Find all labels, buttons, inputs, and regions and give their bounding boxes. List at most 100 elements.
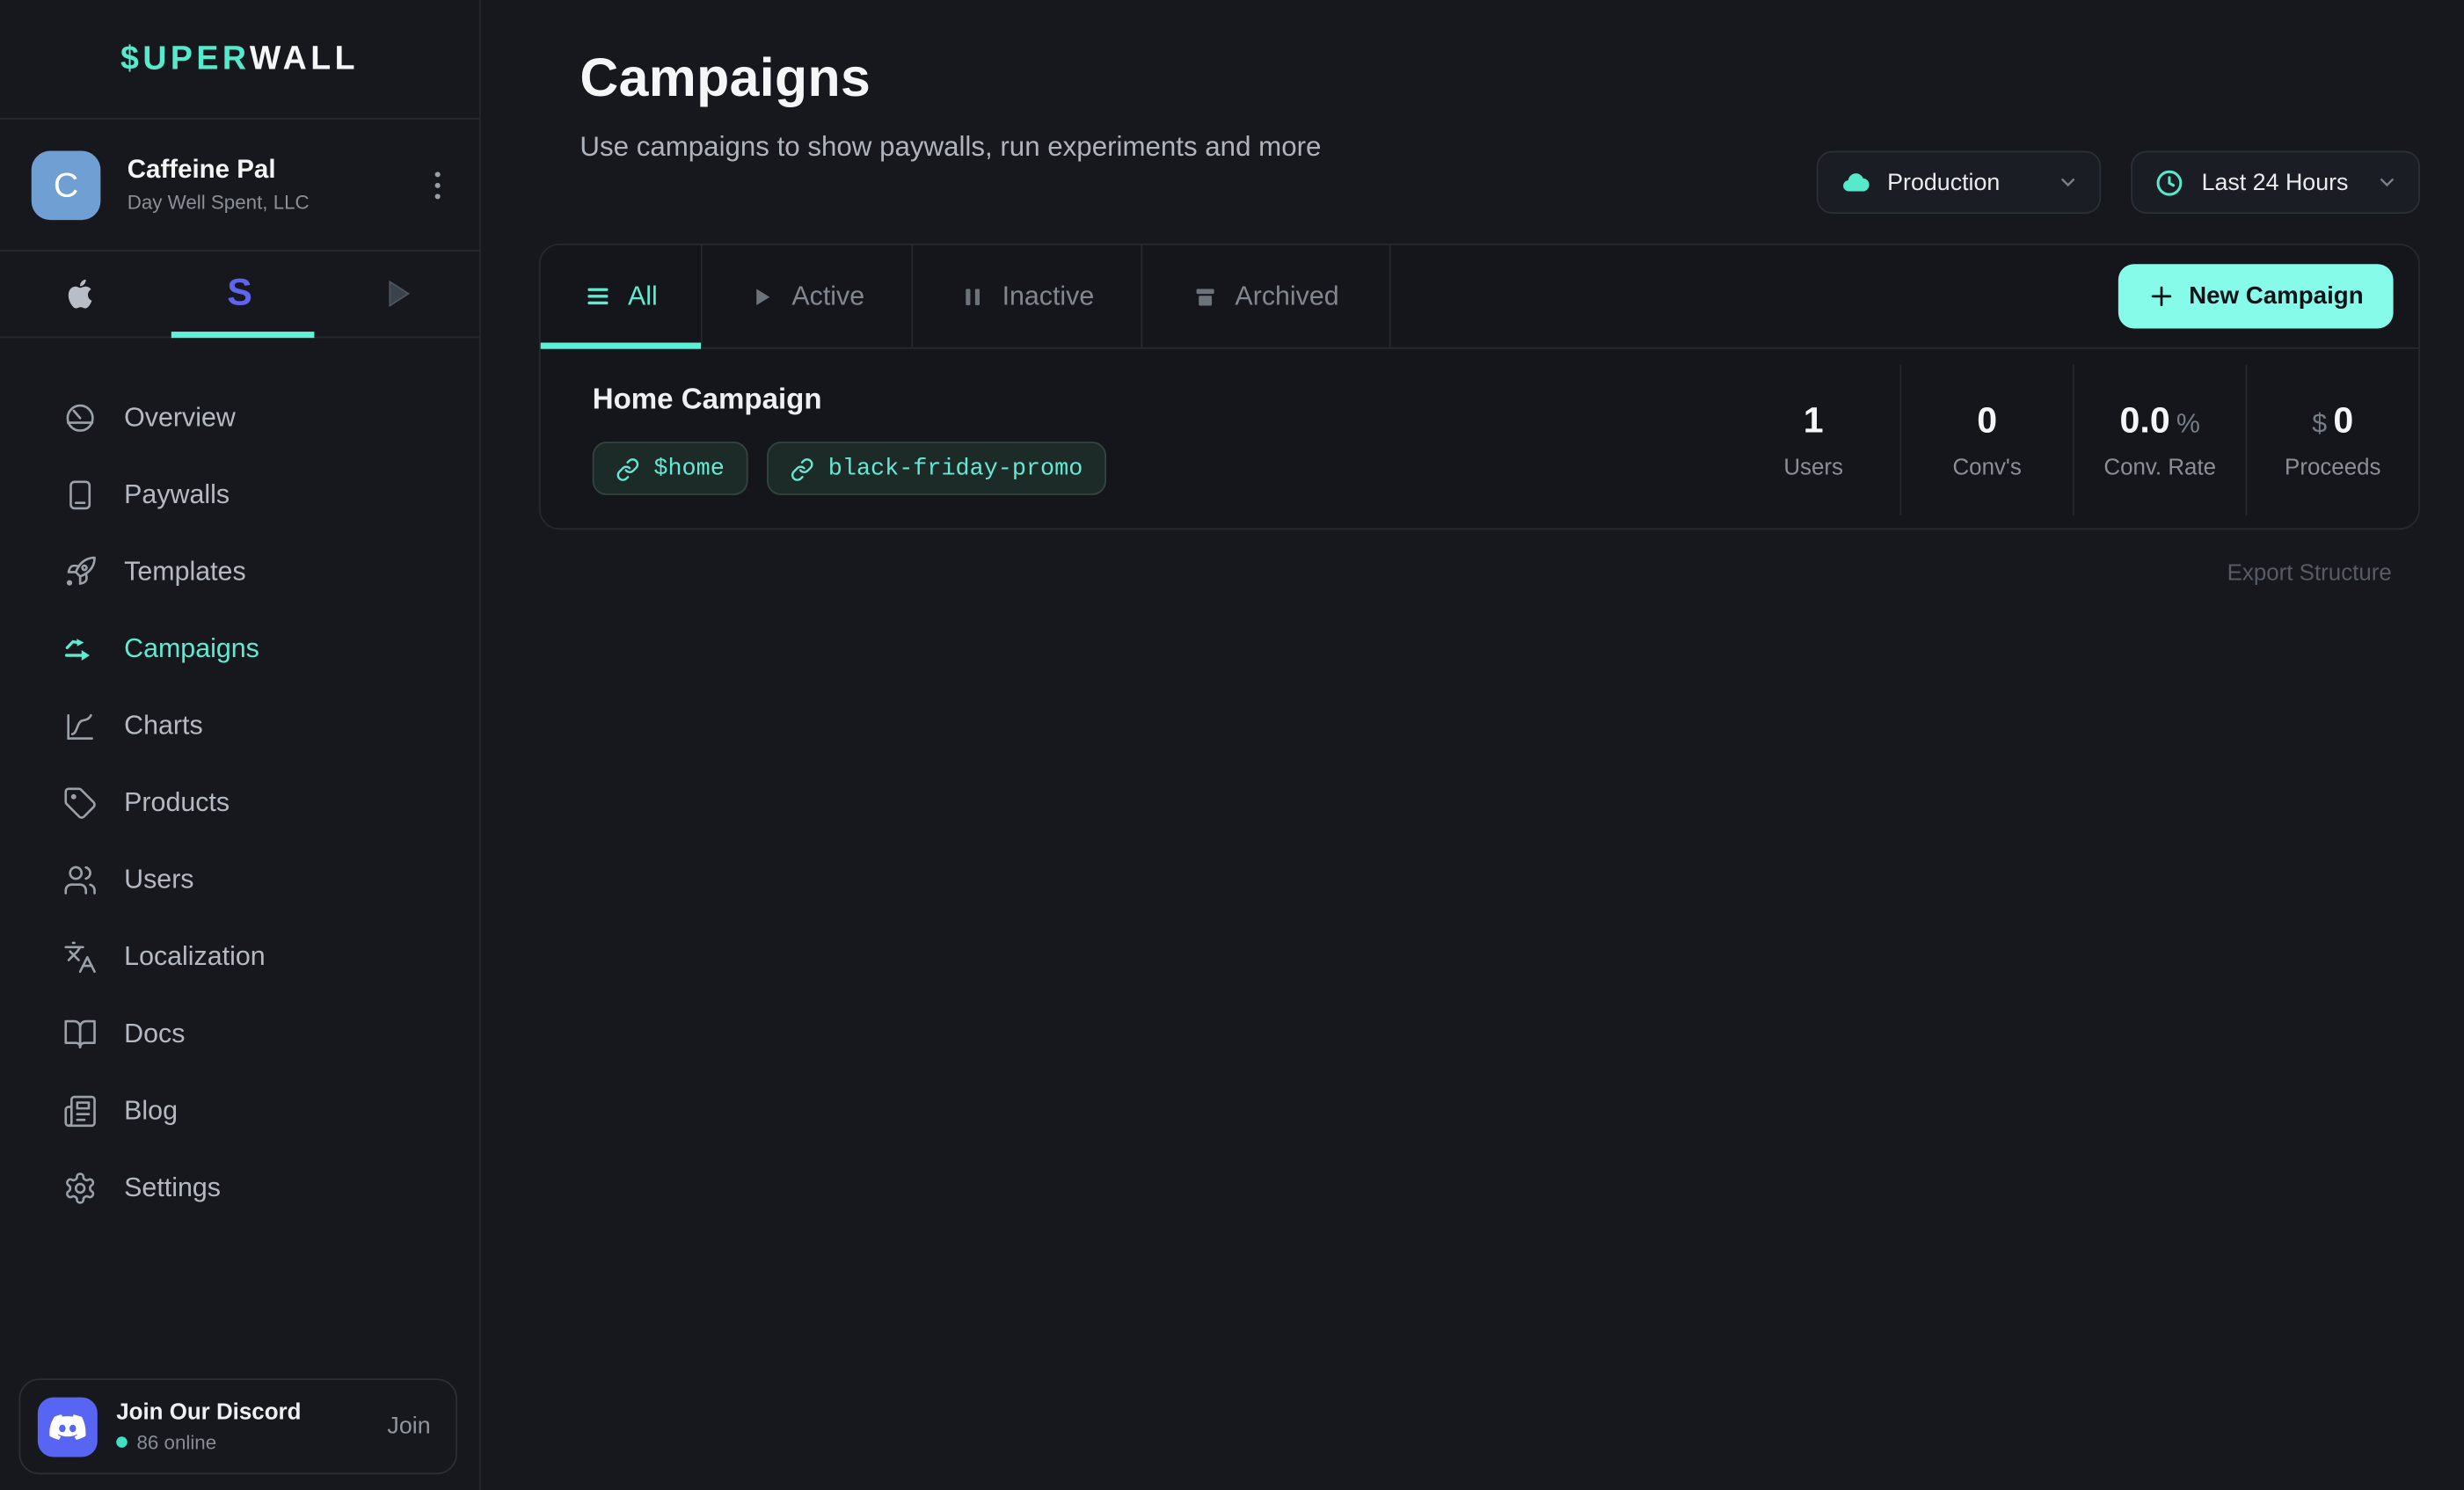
apple-icon [62, 277, 97, 311]
languages-icon [62, 939, 97, 974]
stat-number: 0 [2333, 399, 2353, 442]
page-title: Campaigns [580, 48, 2464, 110]
sidebar-item-blog[interactable]: Blog [0, 1072, 479, 1150]
campaign-info: Home Campaign $home [593, 349, 1106, 531]
placement-tags: $home black-friday-promo [593, 442, 1106, 495]
sidebar-item-label: Blog [124, 1095, 178, 1127]
avatar: C [32, 150, 101, 220]
time-range-value: Last 24 Hours [2202, 169, 2349, 195]
plus-icon [2148, 283, 2175, 310]
tab-label: All [628, 281, 658, 312]
discord-card[interactable]: Join Our Discord 86 online Join [18, 1378, 457, 1474]
sidebar-item-label: Users [124, 864, 193, 895]
discord-title: Join Our Discord [116, 1399, 301, 1425]
sidebar-item-settings[interactable]: Settings [0, 1149, 479, 1226]
rocket-icon [62, 554, 97, 588]
stat-users: 1 Users [1727, 365, 1900, 516]
gauge-icon [62, 400, 97, 435]
tab-archived[interactable]: Archived [1142, 245, 1390, 347]
main-content: Campaigns Use campaigns to show paywalls… [481, 0, 2464, 1490]
stat-value: $ 0 [2312, 399, 2353, 442]
superwall-logo[interactable]: $UPERWALL [120, 40, 359, 78]
chevron-down-icon [2376, 172, 2398, 194]
platform-tab-superwall[interactable]: S [160, 252, 320, 336]
online-count: 86 online [136, 1431, 216, 1453]
stat-conversion-rate: 0.0 % Conv. Rate [2073, 365, 2246, 516]
sidebar-item-overview[interactable]: Overview [0, 379, 479, 456]
stat-value: 0.0 % [2120, 399, 2200, 442]
chevron-down-icon [2057, 172, 2079, 194]
sidebar-item-docs[interactable]: Docs [0, 995, 479, 1072]
platform-tab-android[interactable] [319, 252, 479, 336]
stat-number: 1 [1804, 399, 1824, 442]
account-name: Caffeine Pal [128, 156, 310, 186]
sidebar-item-campaigns[interactable]: Campaigns [0, 610, 479, 687]
sidebar-item-users[interactable]: Users [0, 841, 479, 918]
placement-tag[interactable]: $home [593, 442, 748, 495]
export-structure-link[interactable]: Export Structure [2227, 561, 2392, 587]
tab-active[interactable]: Active [703, 245, 913, 347]
sidebar-item-label: Templates [124, 556, 245, 588]
sidebar-item-label: Settings [124, 1172, 221, 1203]
sidebar-item-products[interactable]: Products [0, 763, 479, 841]
discord-online-row: 86 online [116, 1431, 301, 1453]
placement-tag[interactable]: black-friday-promo [767, 442, 1106, 495]
environment-dropdown[interactable]: Production [1817, 151, 2101, 214]
account-org: Day Well Spent, LLC [128, 192, 310, 214]
tab-label: Archived [1235, 281, 1338, 312]
sidebar-item-label: Charts [124, 710, 202, 741]
discord-text: Join Our Discord 86 online [116, 1399, 301, 1453]
stat-number: 0.0 [2120, 399, 2170, 442]
tab-inactive[interactable]: Inactive [913, 245, 1142, 347]
sidebar: $UPERWALL C Caffeine Pal Day Well Spent,… [0, 0, 481, 1490]
sidebar-item-paywalls[interactable]: Paywalls [0, 456, 479, 533]
sidebar-item-charts[interactable]: Charts [0, 687, 479, 764]
new-campaign-label: New Campaign [2189, 282, 2364, 310]
campaign-row[interactable]: Home Campaign $home [541, 349, 2418, 531]
stat-value: 0 [1977, 399, 1997, 442]
list-icon [584, 283, 610, 310]
filter-bar: Production Last 24 Hours [1817, 151, 2420, 214]
google-play-icon [383, 277, 417, 311]
smartphone-icon [62, 477, 97, 511]
campaigns-card: All Active Inactive [539, 244, 2420, 530]
campaign-name: Home Campaign [593, 382, 1106, 416]
cloud-icon [1841, 167, 1870, 197]
book-open-icon [62, 1016, 97, 1050]
pause-icon [959, 284, 985, 310]
stat-label: Proceeds [2285, 456, 2380, 481]
users-icon [62, 862, 97, 896]
logo-white-part: WALL [250, 40, 359, 77]
stat-label: Conv's [1952, 456, 2021, 481]
tag-icon [62, 785, 97, 820]
stat-number: 0 [1977, 399, 1997, 442]
new-campaign-button[interactable]: New Campaign [2118, 264, 2394, 328]
discord-join-button[interactable]: Join [387, 1413, 430, 1440]
sidebar-nav: Overview Paywalls Templates [0, 379, 479, 1226]
account-menu-button[interactable] [427, 163, 448, 207]
platform-tab-ios[interactable] [0, 252, 160, 336]
tab-all[interactable]: All [541, 245, 703, 347]
page-header: Campaigns Use campaigns to show paywalls… [481, 0, 2464, 164]
time-range-dropdown[interactable]: Last 24 Hours [2131, 151, 2420, 214]
stat-prefix: $ [2312, 409, 2327, 441]
chart-curve-icon [62, 708, 97, 742]
online-dot [116, 1436, 128, 1448]
campaign-stats: 1 Users 0 Conv's 0.0 % [1727, 365, 2418, 516]
link-icon [791, 456, 814, 480]
tab-label: Active [791, 281, 864, 312]
stat-label: Conv. Rate [2103, 456, 2216, 481]
superwall-s-icon: S [227, 272, 252, 316]
sidebar-item-label: Localization [124, 941, 265, 973]
account-switcher[interactable]: C Caffeine Pal Day Well Spent, LLC [0, 120, 479, 252]
sidebar-item-templates[interactable]: Templates [0, 533, 479, 610]
placement-tag-label: $home [653, 455, 724, 481]
sidebar-item-label: Paywalls [124, 478, 230, 510]
stat-conversions: 0 Conv's [1899, 365, 2073, 516]
tab-label: Inactive [1002, 281, 1095, 312]
platform-tabs: S [0, 252, 479, 338]
sidebar-item-localization[interactable]: Localization [0, 918, 479, 996]
clock-icon [2154, 167, 2184, 197]
stat-suffix: % [2176, 409, 2200, 441]
play-icon [749, 284, 775, 310]
